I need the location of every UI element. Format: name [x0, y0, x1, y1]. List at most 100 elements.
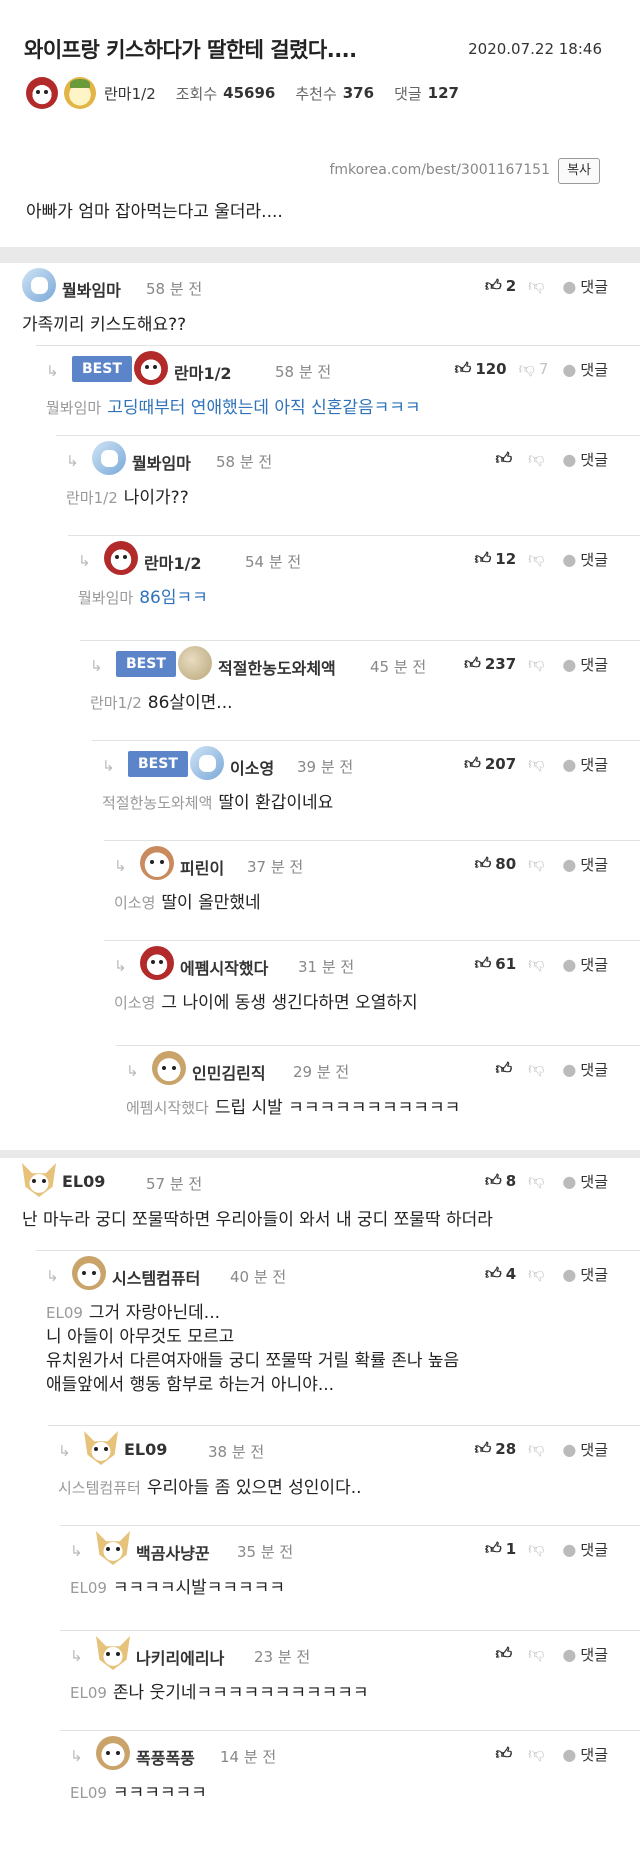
red-dog-avatar-icon[interactable] — [140, 946, 174, 980]
comment-nick[interactable]: EL09 — [124, 1440, 167, 1459]
reply-button[interactable]: ● 댓글 — [562, 1539, 608, 1560]
comment-mention[interactable]: 적절한농도와체액 — [102, 794, 212, 812]
reply-button[interactable]: ● 댓글 — [562, 654, 608, 675]
upvote-button[interactable]: 👍︎ 8 — [485, 1171, 516, 1191]
reply-button[interactable]: ● 댓글 — [562, 276, 608, 297]
comment-header: ↳ 피린이 37 분 전 👍︎ 80 👎︎ ● 댓글 — [104, 841, 640, 885]
comment-mention[interactable]: 란마1/2 — [66, 489, 118, 507]
comment-mention[interactable]: EL09 — [70, 1684, 107, 1702]
copy-button[interactable]: 복사 — [558, 158, 600, 184]
reply-button[interactable]: ● 댓글 — [562, 954, 608, 975]
comment-mention[interactable]: EL09 — [70, 1579, 107, 1597]
reply-button[interactable]: ● 댓글 — [562, 754, 608, 775]
author-nick[interactable]: 란마1/2 — [104, 83, 156, 104]
bear-avatar-icon[interactable] — [72, 1256, 106, 1290]
comment-nick[interactable]: 뭘봐임마 — [62, 277, 121, 301]
upvote-button[interactable]: 👍︎ 2 — [485, 276, 516, 296]
comment-mention[interactable]: 란마1/2 — [90, 694, 142, 712]
comment-nick[interactable]: EL09 — [62, 1172, 105, 1191]
reply-button[interactable]: ● 댓글 — [562, 1439, 608, 1460]
downvote-button[interactable]: 👎︎ — [528, 1539, 548, 1559]
upvote-button[interactable]: 👍︎ 61 — [475, 954, 517, 974]
comment-actions: 👍︎ 61 👎︎ ● 댓글 — [475, 952, 608, 976]
comment-mention[interactable]: 이소영 — [114, 894, 155, 912]
comment-mention[interactable]: 시스템컴퓨터 — [58, 1479, 141, 1497]
comment-nick[interactable]: 나키리에리나 — [136, 1645, 224, 1669]
downvote-button[interactable]: 👎︎ — [528, 1059, 548, 1079]
reply-arrow-icon: ↳ — [46, 1267, 59, 1285]
fox-avatar-icon[interactable] — [96, 1531, 130, 1565]
potato-avatar-icon[interactable] — [178, 646, 212, 680]
reply-button[interactable]: ● 댓글 — [562, 549, 608, 570]
comment-mention[interactable]: 이소영 — [114, 994, 155, 1012]
red-dog-avatar-icon[interactable] — [134, 351, 168, 385]
comment-nick[interactable]: 뭘봐임마 — [132, 450, 191, 474]
dog-avatar-icon[interactable] — [140, 846, 174, 880]
comment-header: ↳ 뭘봐임마 58 분 전 👍︎ 👎︎ ● 댓글 — [56, 436, 640, 480]
reply-button[interactable]: ● 댓글 — [562, 1264, 608, 1285]
downvote-button[interactable]: 👎︎ — [528, 449, 548, 469]
comment-actions: 👍︎ 207 👎︎ ● 댓글 — [464, 752, 608, 776]
comment-nick[interactable]: 시스템컴퓨터 — [112, 1265, 200, 1289]
comment-mention[interactable]: EL09 — [70, 1784, 107, 1802]
downvote-button[interactable]: 👎︎ — [528, 1644, 548, 1664]
comment-nick[interactable]: 란마1/2 — [144, 550, 202, 574]
downvote-button[interactable]: 👎︎ — [528, 1264, 548, 1284]
comment-actions: 👍︎ 👎︎ ● 댓글 — [495, 1057, 608, 1081]
source-url[interactable]: fmkorea.com/best/3001167151 — [329, 162, 550, 178]
blue-avatar-icon[interactable] — [190, 746, 224, 780]
red-dog-avatar-icon[interactable] — [104, 541, 138, 575]
upvote-count: 1 — [505, 1540, 517, 1558]
upvote-button[interactable]: 👍︎ 1 — [485, 1539, 516, 1559]
fox-avatar-icon[interactable] — [84, 1431, 118, 1465]
author-avatar-icon[interactable] — [26, 77, 58, 109]
comment-time: 23 분 전 — [254, 1648, 311, 1666]
comment-nick[interactable]: 폭풍폭풍 — [136, 1745, 195, 1769]
downvote-button[interactable]: 👎︎ — [528, 1744, 548, 1764]
downvote-button[interactable]: 👎︎ — [528, 754, 548, 774]
downvote-button[interactable]: 👎︎ 7 — [519, 359, 549, 379]
comment-mention[interactable]: EL09 — [46, 1304, 83, 1322]
upvote-button[interactable]: 👍︎ 80 — [475, 854, 517, 874]
comment-mention[interactable]: 뭘봐임마 — [46, 399, 101, 417]
downvote-button[interactable]: 👎︎ — [528, 954, 548, 974]
upvote-button[interactable]: 👍︎ — [495, 1744, 516, 1764]
comment-nick[interactable]: 이소영 — [230, 755, 274, 779]
comment-nick[interactable]: 백곰사냥꾼 — [136, 1540, 210, 1564]
upvote-button[interactable]: 👍︎ 237 — [464, 654, 516, 674]
upvote-button[interactable]: 👍︎ 12 — [475, 549, 517, 569]
bear-avatar-icon[interactable] — [96, 1736, 130, 1770]
bear-avatar-icon[interactable] — [152, 1051, 186, 1085]
blue-avatar-icon[interactable] — [22, 268, 56, 302]
upvote-button[interactable]: 👍︎ 120 — [455, 359, 507, 379]
upvote-button[interactable]: 👍︎ 28 — [475, 1439, 517, 1459]
upvote-button[interactable]: 👍︎ — [495, 1059, 516, 1079]
upvote-button[interactable]: 👍︎ 207 — [464, 754, 516, 774]
reply-button[interactable]: ● 댓글 — [562, 359, 608, 380]
downvote-button[interactable]: 👎︎ — [528, 854, 548, 874]
downvote-button[interactable]: 👎︎ — [528, 1171, 548, 1191]
blue-avatar-icon[interactable] — [92, 441, 126, 475]
reply-button[interactable]: ● 댓글 — [562, 1644, 608, 1665]
downvote-button[interactable]: 👎︎ — [528, 549, 548, 569]
upvote-button[interactable]: 👍︎ — [495, 1644, 516, 1664]
downvote-button[interactable]: 👎︎ — [528, 1439, 548, 1459]
reply-button[interactable]: ● 댓글 — [562, 1744, 608, 1765]
reply-button[interactable]: ● 댓글 — [562, 1171, 608, 1192]
comment-mention[interactable]: 뭘봐임마 — [78, 589, 133, 607]
upvote-button[interactable]: 👍︎ — [495, 449, 516, 469]
reply-button[interactable]: ● 댓글 — [562, 854, 608, 875]
comment-nick[interactable]: 란마1/2 — [174, 360, 232, 384]
comment-nick[interactable]: 에펨시작했다 — [180, 955, 268, 979]
reply-button[interactable]: ● 댓글 — [562, 449, 608, 470]
upvote-button[interactable]: 👍︎ 4 — [485, 1264, 516, 1284]
comment-nick[interactable]: 피린이 — [180, 855, 224, 879]
fox-avatar-icon[interactable] — [96, 1636, 130, 1670]
fox-avatar-icon[interactable] — [22, 1163, 56, 1197]
downvote-button[interactable]: 👎︎ — [528, 276, 548, 296]
comment-nick[interactable]: 적절한농도와체액 — [218, 655, 336, 679]
comment-nick[interactable]: 인민김린직 — [192, 1060, 266, 1084]
comment-mention[interactable]: 에펨시작했다 — [126, 1099, 209, 1117]
downvote-button[interactable]: 👎︎ — [528, 654, 548, 674]
reply-button[interactable]: ● 댓글 — [562, 1059, 608, 1080]
